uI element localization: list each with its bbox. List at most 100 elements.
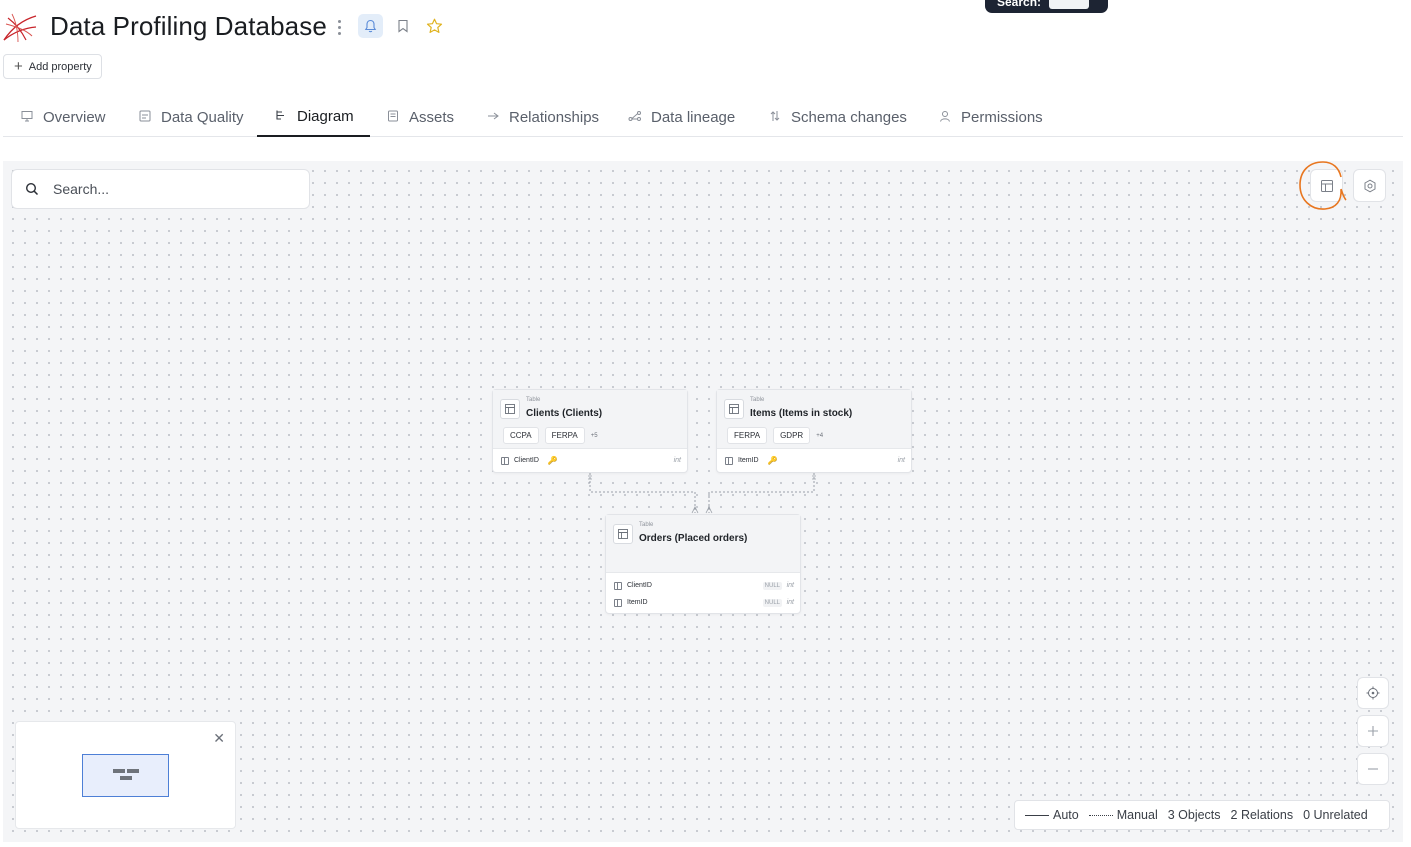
add-property-label: Add property — [28, 60, 92, 73]
minimap-node — [113, 769, 125, 773]
tab-permissions[interactable]: Permissions — [937, 97, 1043, 137]
tab-bar: Overview Data Quality Diagram Assets Rel… — [3, 97, 1403, 137]
nullable-badge: NULL — [762, 581, 782, 590]
diagram-search-input[interactable] — [53, 181, 283, 197]
keyboard-shortcut-key — [1049, 0, 1090, 9]
dotted-line-icon — [1088, 814, 1113, 816]
minimap-node — [120, 776, 132, 780]
plus-icon — [1368, 726, 1378, 736]
node-type-label: Table — [750, 397, 765, 403]
column-row[interactable]: ItemID 🔑 int — [717, 452, 911, 469]
zoom-out-button[interactable] — [1357, 753, 1389, 785]
table-node-orders[interactable]: Table Orders (Placed orders) ClientID NU… — [605, 514, 801, 614]
table-layout-button[interactable] — [1310, 169, 1343, 202]
legend-auto: Auto — [1025, 808, 1079, 822]
tab-overview[interactable]: Overview — [19, 97, 106, 137]
legend-manual: Manual — [1088, 808, 1158, 822]
tab-relationships[interactable]: Relationships — [485, 97, 599, 137]
minus-icon — [1368, 768, 1378, 770]
relationships-icon — [485, 110, 501, 125]
tab-schema-changes[interactable]: Schema changes — [767, 97, 907, 137]
table-icon — [613, 524, 633, 544]
column-icon — [501, 456, 509, 465]
column-row[interactable]: ClientID 🔑 int — [493, 452, 687, 469]
column-icon — [614, 581, 622, 590]
column-type: int — [786, 599, 794, 606]
column-type: int — [786, 582, 794, 589]
favorite-star-icon[interactable] — [424, 16, 444, 36]
tab-label: Assets — [409, 108, 455, 126]
nullable-badge: NULL — [762, 598, 782, 607]
column-type: int — [673, 457, 681, 464]
lineage-icon — [627, 110, 643, 125]
notification-bell-icon[interactable] — [358, 14, 383, 38]
tag-chip[interactable]: CCPA — [503, 427, 539, 444]
tab-label: Overview — [43, 108, 106, 126]
column-icon — [614, 598, 622, 607]
primary-key-icon: 🔑 — [547, 456, 558, 465]
tab-label: Permissions — [961, 108, 1043, 126]
node-type-label: Table — [639, 522, 654, 528]
table-node-clients[interactable]: Table Clients (Clients) CCPA FERPA +5 Cl… — [492, 389, 688, 473]
fit-view-button[interactable] — [1357, 677, 1389, 709]
tab-assets[interactable]: Assets — [385, 97, 454, 137]
diagram-icon — [273, 109, 289, 124]
legend-auto-label: Auto — [1053, 808, 1079, 822]
minimap-viewport[interactable] — [82, 754, 169, 797]
node-name: Items (Items in stock) — [750, 408, 853, 419]
node-name: Clients (Clients) — [526, 408, 603, 419]
search-shortcut-tooltip: Search: — [985, 0, 1108, 13]
add-property-button[interactable]: + Add property — [3, 54, 102, 79]
objects-count: 3 Objects — [1167, 808, 1221, 822]
column-row[interactable]: ClientID NULL int — [606, 577, 800, 594]
legend-manual-label: Manual — [1116, 808, 1158, 822]
tab-diagram[interactable]: Diagram — [257, 97, 370, 137]
schema-changes-icon — [767, 110, 783, 125]
diagram-settings-button[interactable] — [1353, 169, 1386, 202]
table-node-items[interactable]: Table Items (Items in stock) FERPA GDPR … — [716, 389, 912, 473]
minimap-node — [127, 769, 139, 773]
node-type-label: Table — [526, 397, 541, 403]
close-icon[interactable]: ✕ — [213, 730, 225, 747]
tab-label: Diagram — [297, 107, 354, 125]
column-name: ClientID — [514, 457, 539, 464]
column-name: ItemID — [738, 457, 759, 464]
more-tags-count[interactable]: +4 — [816, 433, 823, 439]
bookmark-icon[interactable] — [394, 16, 412, 36]
node-name: Orders (Placed orders) — [639, 533, 748, 544]
settings-hexagon-icon — [1364, 179, 1375, 192]
diagram-canvas[interactable]: Table Clients (Clients) CCPA FERPA +5 Cl… — [3, 161, 1403, 842]
search-tooltip-label: Search: — [997, 0, 1042, 9]
column-name: ClientID — [627, 582, 652, 589]
search-icon — [25, 182, 39, 196]
app-logo — [2, 10, 38, 44]
tag-list: FERPA GDPR +4 — [727, 427, 823, 444]
tag-chip[interactable]: FERPA — [727, 427, 768, 444]
crosshair-icon — [1366, 686, 1380, 700]
tag-list: CCPA FERPA +5 — [503, 427, 598, 444]
plus-icon: + — [14, 58, 23, 75]
minimap[interactable]: ✕ — [15, 721, 236, 829]
tab-data-lineage[interactable]: Data lineage — [627, 97, 735, 137]
more-options-icon[interactable] — [332, 16, 346, 38]
tag-chip[interactable]: GDPR — [773, 427, 811, 444]
zoom-in-button[interactable] — [1357, 715, 1389, 747]
diagram-legend: Auto Manual 3 Objects 2 Relations 0 Unre… — [1014, 800, 1390, 830]
diagram-search-box[interactable] — [11, 169, 310, 209]
permissions-icon — [937, 110, 953, 125]
table-icon — [500, 399, 520, 419]
solid-line-icon — [1025, 814, 1049, 816]
tab-label: Data Quality — [161, 108, 244, 126]
column-row[interactable]: ItemID NULL int — [606, 594, 800, 611]
more-tags-count[interactable]: +5 — [591, 433, 598, 439]
column-icon — [725, 456, 733, 465]
column-name: ItemID — [627, 599, 648, 606]
table-layout-icon — [1320, 179, 1333, 192]
data-quality-icon — [137, 110, 153, 125]
unrelated-count: 0 Unrelated — [1303, 808, 1368, 822]
monitor-icon — [19, 110, 35, 125]
tab-data-quality[interactable]: Data Quality — [137, 97, 244, 137]
tab-label: Schema changes — [791, 108, 907, 126]
tag-chip[interactable]: FERPA — [544, 427, 585, 444]
primary-key-icon: 🔑 — [767, 456, 778, 465]
